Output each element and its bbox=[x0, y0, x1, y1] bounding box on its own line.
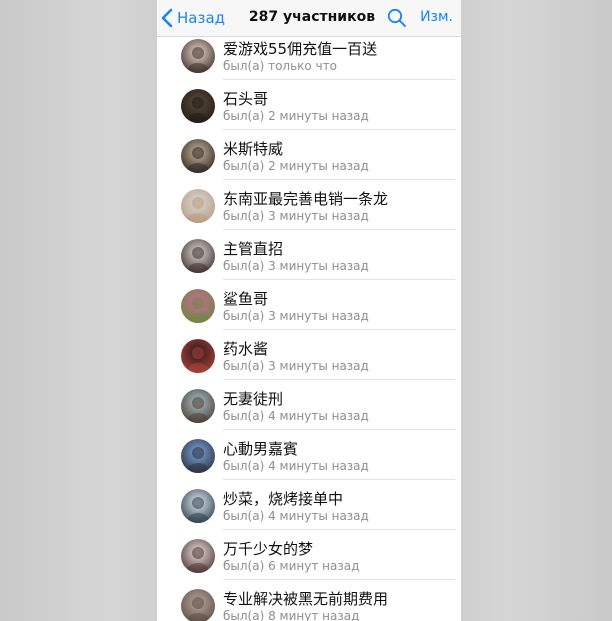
avatar bbox=[181, 189, 215, 223]
back-button[interactable]: Назад bbox=[161, 6, 225, 30]
search-button[interactable] bbox=[387, 8, 407, 28]
member-last-seen: был(а) 4 минуты назад bbox=[223, 459, 369, 473]
chevron-left-icon bbox=[161, 8, 173, 28]
avatar bbox=[181, 589, 215, 621]
member-row[interactable]: 炒菜，烧烤接单中 был(а) 4 минуты назад bbox=[157, 480, 461, 530]
avatar bbox=[181, 539, 215, 573]
member-row[interactable]: 心動男嘉賓 был(а) 4 минуты назад bbox=[157, 430, 461, 480]
member-row[interactable]: 爱游戏55佣充值一百送 был(а) только что bbox=[157, 30, 461, 80]
avatar bbox=[181, 39, 215, 73]
back-label: Назад bbox=[177, 9, 226, 27]
member-last-seen: был(а) 6 минут назад bbox=[223, 559, 360, 573]
member-row[interactable]: 主管直招 был(а) 3 минуты назад bbox=[157, 230, 461, 280]
member-last-seen: был(а) 3 минуты назад bbox=[223, 359, 369, 373]
avatar bbox=[181, 239, 215, 273]
member-last-seen: был(а) 2 минуты назад bbox=[223, 159, 369, 173]
member-row[interactable]: 石头哥 был(а) 2 минуты назад bbox=[157, 80, 461, 130]
member-row[interactable]: 东南亚最完善电销一条龙 был(а) 3 минуты назад bbox=[157, 180, 461, 230]
member-last-seen: был(а) 4 минуты назад bbox=[223, 509, 369, 523]
phone-screen: 爱游戏55佣充值一百送 был(а) только что 石头哥 был(а) 2 … bbox=[157, 0, 461, 621]
avatar bbox=[181, 439, 215, 473]
search-icon bbox=[387, 8, 407, 28]
member-last-seen: был(а) только что bbox=[223, 59, 337, 73]
member-row[interactable]: 无妻徒刑 был(а) 4 минуты назад bbox=[157, 380, 461, 430]
avatar bbox=[181, 139, 215, 173]
member-name: 石头哥 bbox=[223, 90, 269, 108]
member-name: 鲨鱼哥 bbox=[223, 290, 269, 308]
member-row[interactable]: 鲨鱼哥 был(а) 3 минуты назад bbox=[157, 280, 461, 330]
background-right bbox=[461, 0, 612, 621]
avatar bbox=[181, 389, 215, 423]
avatar bbox=[181, 489, 215, 523]
background-left bbox=[0, 0, 157, 621]
member-name: 药水酱 bbox=[223, 340, 269, 358]
member-name: 万千少女的梦 bbox=[223, 540, 314, 558]
member-last-seen: был(а) 4 минуты назад bbox=[223, 409, 369, 423]
member-name: 东南亚最完善电销一条龙 bbox=[223, 190, 389, 208]
member-list: 爱游戏55佣充值一百送 был(а) только что 石头哥 был(а) 2 … bbox=[157, 30, 461, 621]
avatar bbox=[181, 89, 215, 123]
member-last-seen: был(а) 2 минуты назад bbox=[223, 109, 369, 123]
edit-button[interactable]: Изм. bbox=[420, 9, 453, 25]
member-name: 米斯特威 bbox=[223, 140, 284, 158]
member-last-seen: был(а) 3 минуты назад bbox=[223, 309, 369, 323]
member-last-seen: был(а) 3 минуты назад bbox=[223, 209, 369, 223]
member-row[interactable]: 专业解决被黑无前期费用 был(а) 8 минут назад bbox=[157, 580, 461, 621]
navigation-bar: Назад 287 участников Изм. bbox=[157, 0, 461, 37]
avatar bbox=[181, 339, 215, 373]
member-last-seen: был(а) 3 минуты назад bbox=[223, 259, 369, 273]
avatar bbox=[181, 289, 215, 323]
member-row[interactable]: 米斯特威 был(а) 2 минуты назад bbox=[157, 130, 461, 180]
member-name: 炒菜，烧烤接单中 bbox=[223, 490, 344, 508]
member-row[interactable]: 万千少女的梦 был(а) 6 минут назад bbox=[157, 530, 461, 580]
page-title: 287 участников bbox=[248, 9, 376, 25]
member-name: 专业解决被黑无前期费用 bbox=[223, 590, 389, 608]
member-name: 心動男嘉賓 bbox=[223, 440, 299, 458]
member-last-seen: был(а) 8 минут назад bbox=[223, 609, 360, 621]
member-name: 爱游戏55佣充值一百送 bbox=[223, 40, 378, 58]
member-name: 无妻徒刑 bbox=[223, 390, 284, 408]
member-row[interactable]: 药水酱 был(а) 3 минуты назад bbox=[157, 330, 461, 380]
member-name: 主管直招 bbox=[223, 240, 284, 258]
